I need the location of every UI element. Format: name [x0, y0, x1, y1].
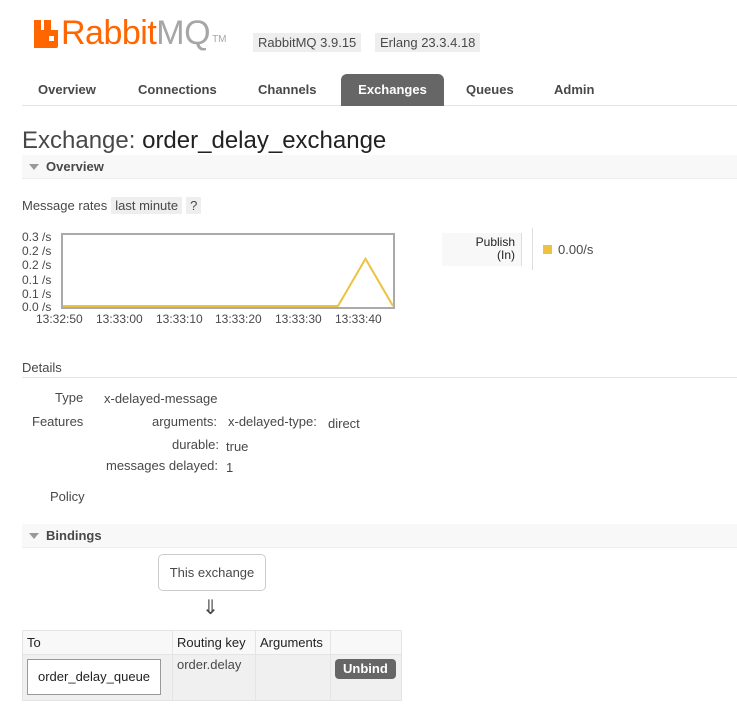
page-title: Exchange: order_delay_exchange	[22, 127, 386, 155]
x-tick-label: 13:33:40	[335, 312, 382, 326]
table-row: order_delay_queue order.delay Unbind	[22, 654, 402, 701]
erlang-version-badge: Erlang 23.3.4.18	[375, 33, 481, 52]
bindings-section-label: Bindings	[46, 528, 102, 543]
y-tick-label: 0.2 /s	[22, 258, 52, 272]
x-tick-label: 13:32:50	[36, 312, 83, 326]
x-tick-label: 13:33:10	[156, 312, 203, 326]
x-tick-label: 13:33:30	[275, 312, 322, 326]
collapse-triangle-icon	[29, 533, 39, 539]
type-value: x-delayed-message	[104, 391, 218, 406]
arguments-cell	[255, 654, 331, 701]
down-arrow-icon: ⇓	[202, 597, 219, 619]
arguments-key: arguments:	[152, 414, 218, 429]
logo-text-rabbit: Rabbit	[61, 14, 157, 52]
tab-overview[interactable]: Overview	[38, 74, 96, 106]
bindings-table: To Routing key Arguments order_delay_que…	[22, 630, 402, 701]
tab-queues[interactable]: Queues	[466, 74, 514, 106]
column-header-routing-key: Routing key	[172, 630, 256, 655]
exchange-name: order_delay_exchange	[142, 127, 387, 154]
publish-in-rate: 0.00/s	[543, 242, 593, 257]
tab-admin[interactable]: Admin	[554, 74, 594, 106]
message-rates-label: Message rates	[22, 197, 108, 213]
routing-key-cell: order.delay	[172, 654, 256, 701]
queue-link[interactable]: order_delay_queue	[27, 659, 162, 695]
y-tick-label: 0.2 /s	[22, 244, 52, 258]
tab-channels[interactable]: Channels	[258, 74, 317, 106]
column-header-to: To	[22, 630, 173, 655]
page-title-prefix: Exchange:	[22, 127, 136, 154]
message-rates-row: Message rates last minute ?	[22, 196, 202, 214]
help-button[interactable]: ?	[186, 196, 202, 214]
x-tick-label: 13:33:20	[215, 312, 262, 326]
actions-cell: Unbind	[330, 654, 402, 701]
collapse-triangle-icon	[29, 164, 39, 170]
publish-in-stat-label: Publish (In)	[442, 233, 522, 266]
publish-in-label: (In)	[497, 248, 515, 262]
tab-connections[interactable]: Connections	[138, 74, 217, 106]
details-divider	[22, 377, 737, 378]
rate-range-selector[interactable]: last minute	[111, 196, 183, 214]
tab-exchanges[interactable]: Exchanges	[341, 74, 444, 106]
rabbitmq-logo-icon	[34, 18, 58, 48]
durable-key: durable:	[172, 437, 219, 452]
features-label: Features	[32, 414, 84, 429]
rates-plot	[61, 233, 395, 309]
policy-label: Policy	[50, 489, 85, 504]
overview-section-toggle[interactable]: Overview	[22, 155, 737, 179]
rabbitmq-logo[interactable]: Rabbit MQ TM	[34, 15, 227, 51]
messages-delayed-value: 1	[226, 460, 234, 475]
bindings-table-header: To Routing key Arguments	[22, 630, 402, 655]
rabbitmq-version-badge: RabbitMQ 3.9.15	[253, 33, 362, 52]
details-title: Details	[22, 360, 62, 375]
bindings-section-toggle[interactable]: Bindings	[22, 524, 737, 548]
messages-delayed-key: messages delayed:	[106, 458, 219, 473]
y-tick-label: 0.1 /s	[22, 287, 52, 301]
legend-swatch	[543, 245, 552, 254]
y-tick-label: 0.1 /s	[22, 273, 52, 287]
this-exchange-box: This exchange	[158, 554, 266, 591]
overview-section-label: Overview	[46, 159, 104, 174]
column-header-actions	[330, 630, 402, 655]
logo-trademark: TM	[212, 34, 227, 45]
main-nav-tabs: Overview Connections Channels Exchanges …	[22, 74, 737, 106]
arguments-subkey: x-delayed-type:	[228, 414, 317, 429]
stat-divider	[532, 228, 533, 270]
binding-destination-cell: order_delay_queue	[22, 654, 173, 701]
unbind-button[interactable]: Unbind	[335, 659, 396, 679]
arguments-value: direct	[328, 416, 360, 431]
durable-value: true	[226, 439, 249, 454]
logo-text-mq: MQ	[156, 14, 211, 52]
y-tick-label: 0.3 /s	[22, 230, 52, 244]
publish-in-rate-value: 0.00/s	[558, 242, 594, 257]
type-label: Type	[55, 390, 84, 405]
column-header-arguments: Arguments	[255, 630, 331, 655]
x-tick-label: 13:33:00	[96, 312, 143, 326]
